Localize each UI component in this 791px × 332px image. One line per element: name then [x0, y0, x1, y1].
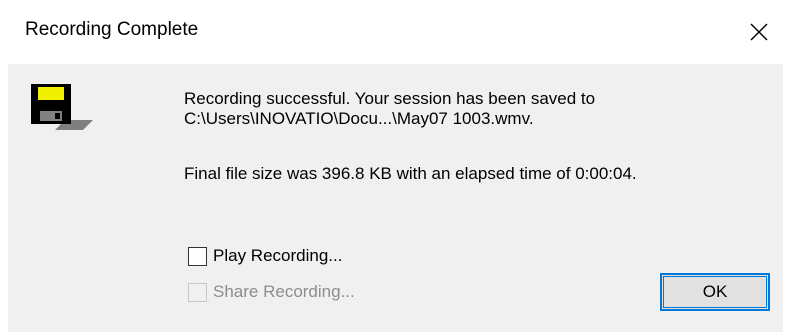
dialog-body: Recording successful. Your session has b… — [8, 64, 783, 332]
message-file-path: C:\Users\INOVATIO\Docu...\May07 1003.wmv… — [184, 109, 534, 128]
recording-complete-dialog: Recording Complete Recording successful.… — [0, 0, 791, 332]
message-file-size: Final file size was 396.8 KB with an ela… — [184, 164, 637, 183]
dialog-title: Recording Complete — [25, 19, 199, 40]
ok-button[interactable]: OK — [660, 273, 770, 311]
play-recording-label: Play Recording... — [213, 246, 343, 265]
floppy-disk-icon — [31, 84, 93, 130]
title-bar: Recording Complete — [0, 0, 791, 64]
share-recording-checkbox-box — [188, 282, 207, 302]
share-recording-checkbox: Share Recording... — [188, 282, 355, 302]
play-recording-checkbox[interactable]: Play Recording... — [188, 246, 342, 266]
message-line-1: Recording successful. Your session has b… — [184, 89, 596, 108]
share-recording-label: Share Recording... — [213, 282, 355, 301]
play-recording-checkbox-box[interactable] — [188, 246, 207, 266]
close-icon — [750, 23, 768, 41]
close-button[interactable] — [727, 0, 791, 64]
